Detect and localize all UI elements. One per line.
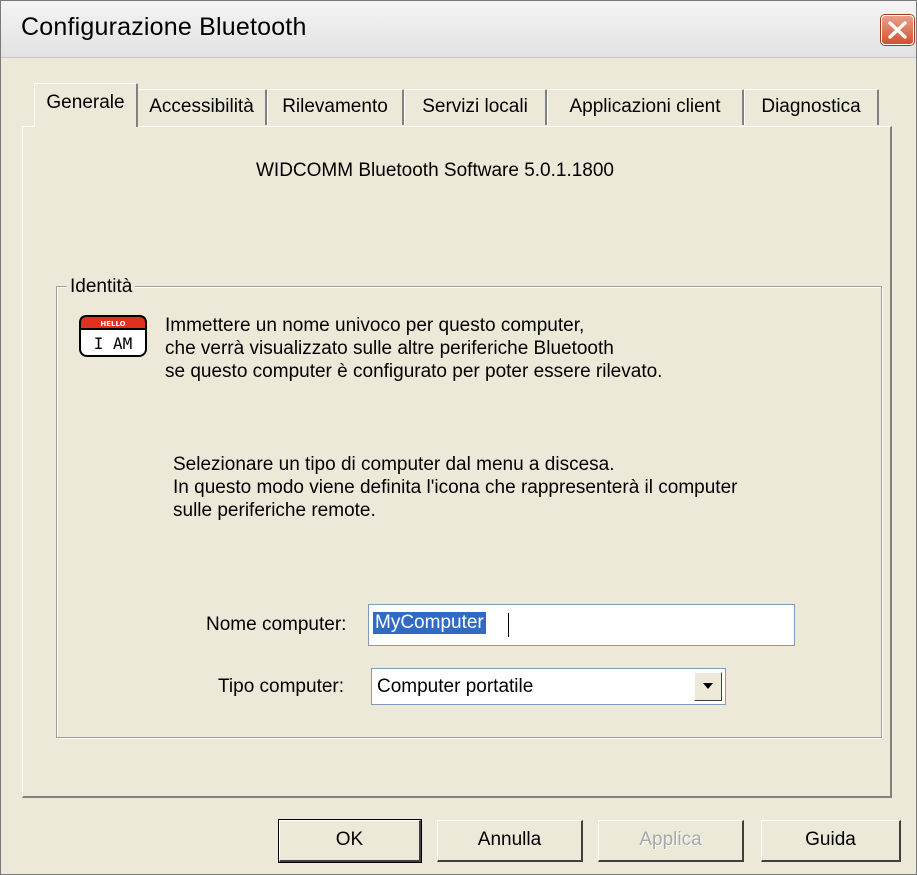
computer-type-value: Computer portatile	[377, 676, 534, 697]
ok-button[interactable]: OK	[278, 819, 422, 863]
tab-label: Rilevamento	[282, 96, 388, 117]
cancel-button[interactable]: Annulla	[437, 820, 583, 862]
computer-type-label: Tipo computer:	[218, 676, 345, 697]
tab-diagnostica[interactable]: Diagnostica	[744, 89, 879, 125]
text-caret	[508, 613, 509, 637]
tab-servizi-locali[interactable]: Servizi locali	[404, 89, 547, 125]
svg-text:I AM: I AM	[94, 334, 133, 353]
tab-label: Servizi locali	[422, 96, 528, 117]
tab-rilevamento[interactable]: Rilevamento	[267, 89, 404, 125]
computer-type-select[interactable]: Computer portatile	[371, 668, 726, 705]
apply-button[interactable]: Applica	[598, 820, 744, 862]
tab-label: Generale	[46, 92, 125, 113]
bluetooth-config-window: Configurazione Bluetooth Generale Access…	[0, 0, 917, 875]
tab-accessibilita[interactable]: Accessibilità	[137, 89, 267, 125]
svg-text:HELLO: HELLO	[100, 320, 125, 328]
tab-label: Diagnostica	[761, 96, 861, 117]
computer-name-input[interactable]: MyComputer	[368, 604, 795, 646]
chevron-down-icon	[703, 683, 713, 689]
tab-applicazioni-client[interactable]: Applicazioni client	[547, 89, 744, 125]
close-button[interactable]	[881, 15, 914, 45]
tab-generale[interactable]: Generale	[34, 83, 138, 127]
tab-label: Applicazioni client	[569, 96, 721, 117]
help-button[interactable]: Guida	[761, 820, 901, 862]
dropdown-button[interactable]	[694, 672, 722, 701]
computer-name-value: MyComputer	[373, 612, 486, 634]
close-icon	[888, 21, 907, 39]
title-bar[interactable]: Configurazione Bluetooth	[1, 1, 916, 58]
software-version-text: WIDCOMM Bluetooth Software 5.0.1.1800	[256, 160, 614, 181]
computer-name-label: Nome computer:	[206, 614, 347, 635]
hello-i-am-badge-icon: HELLO I AM	[79, 315, 147, 357]
tab-label: Accessibilità	[149, 96, 254, 117]
identity-description: Immettere un nome univoco per questo com…	[165, 315, 663, 382]
window-title: Configurazione Bluetooth	[21, 13, 307, 41]
computer-type-help: Selezionare un tipo di computer dal menu…	[173, 454, 738, 521]
identity-group-label: Identità	[67, 276, 136, 298]
